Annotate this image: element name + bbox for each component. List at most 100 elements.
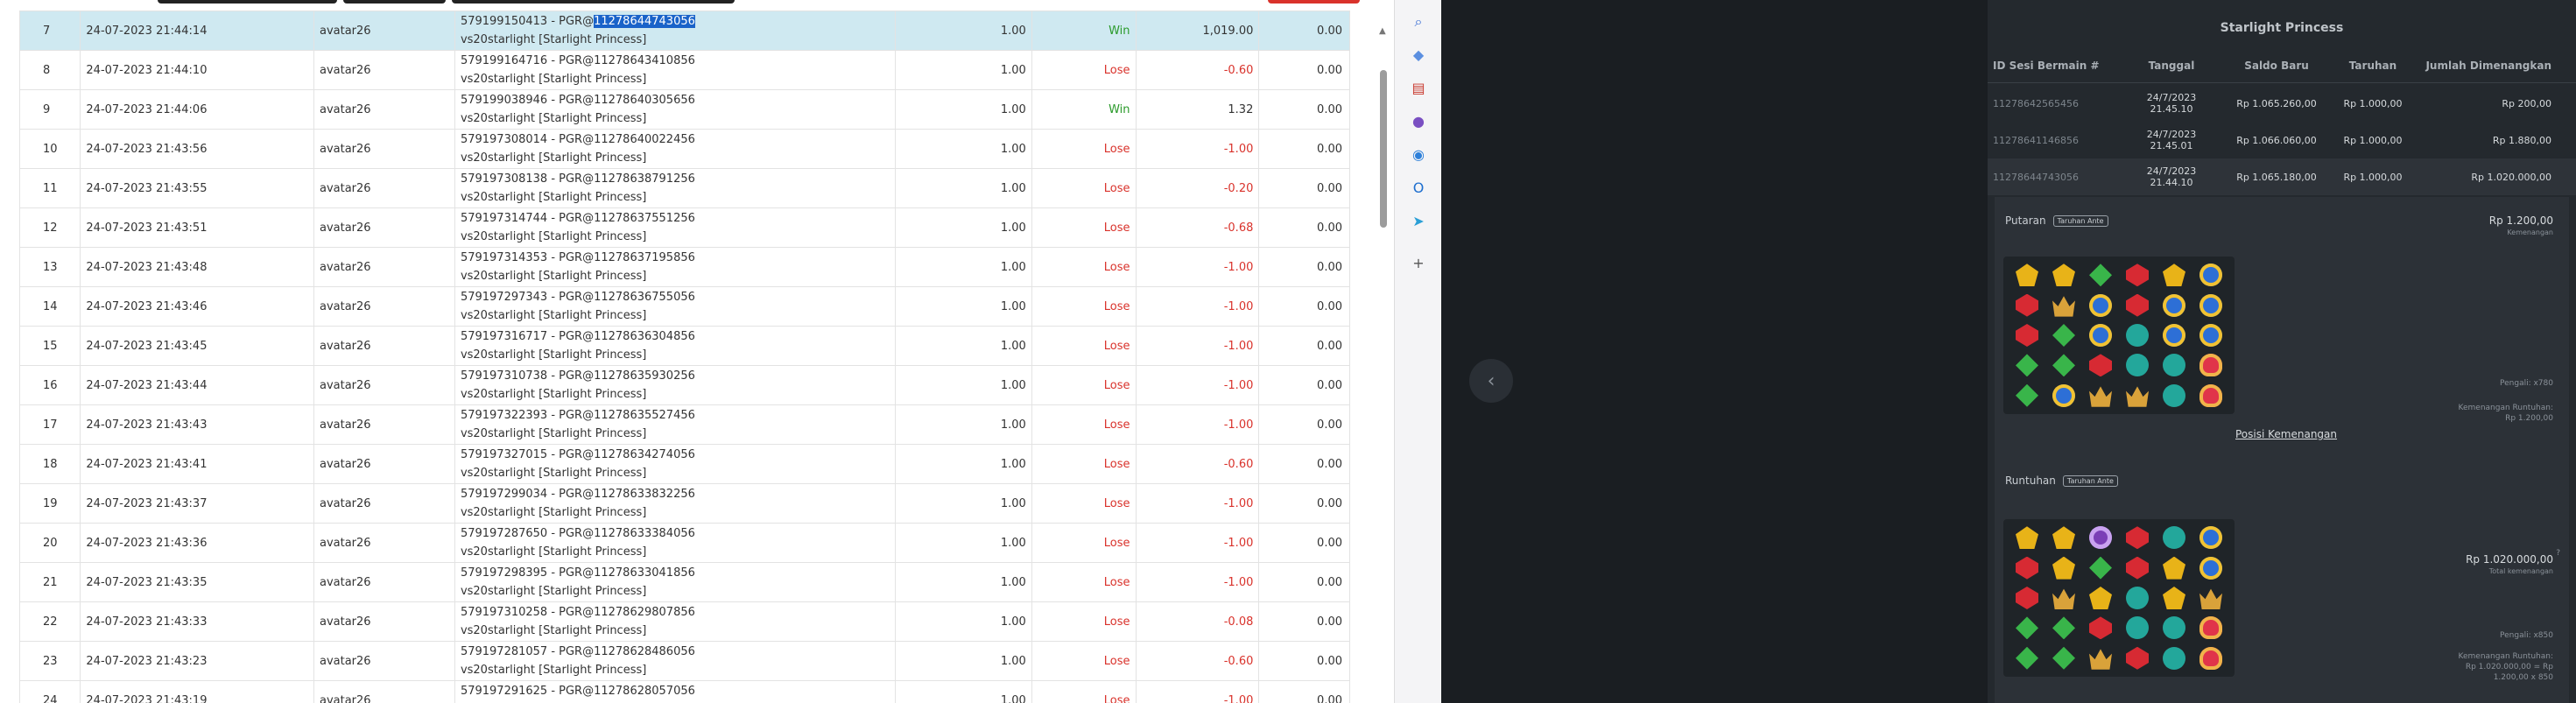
session-bet: Rp 1.000,00 [2343,97,2403,109]
table-row[interactable]: 16 24-07-2023 21:43:44 avatar26 57919731073… [18,365,1350,405]
table-row[interactable]: 24 24-07-2023 21:43:19 avatar26 57919729162… [18,680,1350,703]
row-username: avatar26 [313,129,455,169]
table-row[interactable]: 21 24-07-2023 21:43:35 avatar26 57919729839… [18,562,1350,602]
table-row[interactable]: 12 24-07-2023 21:43:51 avatar26 57919731474… [18,207,1350,248]
tag-icon[interactable]: ◆ [1408,44,1429,65]
description-id: 579199164716 - PGR@11278643410856 [460,54,695,67]
red-button-edge[interactable] [1268,0,1360,4]
row-username: avatar26 [313,562,455,602]
history-row[interactable]: 11278642565456 24/7/2023 21.45.10 Rp 1.065… [1988,85,2576,122]
table-row[interactable]: 13 24-07-2023 21:43:48 avatar26 57919731435… [18,247,1350,287]
session-id: 11278644743056 [1993,171,2079,183]
winning-positions-link[interactable]: Posisi Kemenangan [2235,428,2337,440]
crown-gem-icon [2082,643,2119,673]
session-id: 11278641146856 [1993,134,2079,146]
row-username: avatar26 [313,247,455,287]
blue-gem-icon [2045,381,2082,411]
table-row[interactable]: 7 24-07-2023 21:44:14 avatar26 579199150413… [18,11,1350,51]
description-game: vs20starlight [Starlight Princess] [460,73,647,86]
tumble-total-amount: Rp 1.020.000,00 [2466,553,2553,566]
description-line-1: 579197298395 - PGR@11278633041856 [461,564,890,582]
description-line-1: 579197314353 - PGR@11278637195856 [461,249,890,267]
red-gem-icon [2119,643,2156,673]
table-row[interactable]: 18 24-07-2023 21:43:41 avatar26 57919732701… [18,444,1350,484]
row-username: avatar26 [313,483,455,524]
yellow-gem-icon [2045,552,2082,582]
scroll-up-arrow-icon[interactable]: ▲ [1379,26,1386,36]
red-gem-icon [2119,523,2156,552]
outlook-icon[interactable]: O [1408,177,1429,198]
tumble-symbol-grid [2003,519,2235,677]
table-row[interactable]: 10 24-07-2023 21:43:56 avatar26 57919730801… [18,129,1350,169]
row-balance: 0.00 [1258,404,1350,445]
row-balance: 0.00 [1258,483,1350,524]
purple-gem-icon [2082,523,2119,552]
plus-icon[interactable]: + [1408,252,1429,273]
row-date: 24-07-2023 21:43:44 [80,365,314,405]
description-game: vs20starlight [Starlight Princess] [460,427,647,440]
game-backdrop: ‹ [1441,0,1988,703]
info-icon[interactable]: ? [2556,549,2560,558]
description-line-1: 579197308014 - PGR@11278640022456 [461,130,890,149]
search-icon[interactable]: ⌕ [1408,11,1429,32]
table-row[interactable]: 9 24-07-2023 21:44:06 avatar26 579199038946… [18,89,1350,130]
yellow-gem-icon [2156,552,2192,582]
history-header: ID Sesi Bermain # Tanggal Saldo Baru Tar… [1988,48,2576,83]
row-balance: 0.00 [1258,89,1350,130]
toolbox-icon[interactable]: ▤ [1408,77,1429,98]
table-row[interactable]: 15 24-07-2023 21:43:45 avatar26 57919731671… [18,326,1350,366]
session-date: 24/7/2023 21.44.10 [2146,165,2197,188]
row-number: 18 [18,444,81,484]
session-bet: Rp 1.000,00 [2343,134,2403,146]
header-date: Tanggal [2148,59,2195,72]
table-row[interactable]: 19 24-07-2023 21:43:37 avatar26 57919729903… [18,483,1350,524]
history-detail: Starlight Princess ID Sesi Bermain # Tan… [1988,0,2576,703]
row-bet: 1.00 [894,601,1032,642]
green-gem-icon [2045,350,2082,380]
row-number: 22 [18,601,81,642]
heart-gem-icon [2192,613,2229,643]
table-row[interactable]: 14 24-07-2023 21:43:46 avatar26 57919729734… [18,286,1350,327]
spin-symbol-grid [2003,257,2235,414]
spin-tumble-win-label: Kemenangan Runtuhan: [2458,404,2553,412]
selected-text[interactable]: 11278644743056 [594,15,695,28]
description-game: vs20starlight [Starlight Princess] [460,33,647,46]
table-row[interactable]: 23 24-07-2023 21:43:23 avatar26 57919728105… [18,641,1350,681]
people-icon[interactable]: ● [1408,110,1429,131]
row-result: Lose [1031,168,1137,208]
row-username: avatar26 [313,286,455,327]
back-arrow-button[interactable]: ‹ [1469,359,1513,403]
description-id: 579197316717 - PGR@11278636304856 [460,330,695,343]
table-row[interactable]: 8 24-07-2023 21:44:10 avatar26 579199164716… [18,50,1350,90]
teal-gem-icon [2119,613,2156,643]
red-gem-icon [2009,320,2045,350]
row-balance: 0.00 [1258,601,1350,642]
table-row[interactable]: 17 24-07-2023 21:43:43 avatar26 57919732239… [18,404,1350,445]
paper-plane-icon[interactable]: ➤ [1408,210,1429,231]
description-id: 579199150413 - PGR@ [460,15,595,28]
history-row[interactable]: 11278644743056 24/7/2023 21.44.10 Rp 1.065… [1988,158,2576,195]
blue-gem-icon [2156,320,2192,350]
row-bet: 1.00 [894,247,1032,287]
yellow-gem-icon [2156,583,2192,613]
row-bet: 1.00 [894,404,1032,445]
description-id: 579197322393 - PGR@11278635527456 [460,409,695,422]
row-date: 24-07-2023 21:43:36 [80,523,314,563]
blue-gem-icon [2192,552,2229,582]
row-balance: 0.00 [1258,680,1350,703]
row-win-loss: -1.00 [1135,326,1260,366]
row-description: 579197287650 - PGR@11278633384056 vs20sta… [454,523,896,563]
table-row[interactable]: 20 24-07-2023 21:43:36 avatar26 57919728765… [18,523,1350,563]
row-win-loss: 1.32 [1135,89,1260,130]
table-row[interactable]: 11 24-07-2023 21:43:55 avatar26 57919730813… [18,168,1350,208]
copilot-icon[interactable]: ◉ [1408,144,1429,165]
row-balance: 0.00 [1258,523,1350,563]
table-row[interactable]: 22 24-07-2023 21:43:33 avatar26 57919731025… [18,601,1350,642]
description-id: 579197297343 - PGR@11278636755056 [460,291,695,304]
description-id: 579197287650 - PGR@11278633384056 [460,527,695,540]
scrollbar-thumb[interactable] [1380,70,1387,228]
row-username: avatar26 [313,680,455,703]
game-history-panel: ‹ Starlight Princess ID Sesi Bermain # T… [1441,0,2576,703]
tumble-win-label: Kemenangan Runtuhan: [2458,652,2553,661]
history-row[interactable]: 11278641146856 24/7/2023 21.45.01 Rp 1.066… [1988,122,2576,158]
